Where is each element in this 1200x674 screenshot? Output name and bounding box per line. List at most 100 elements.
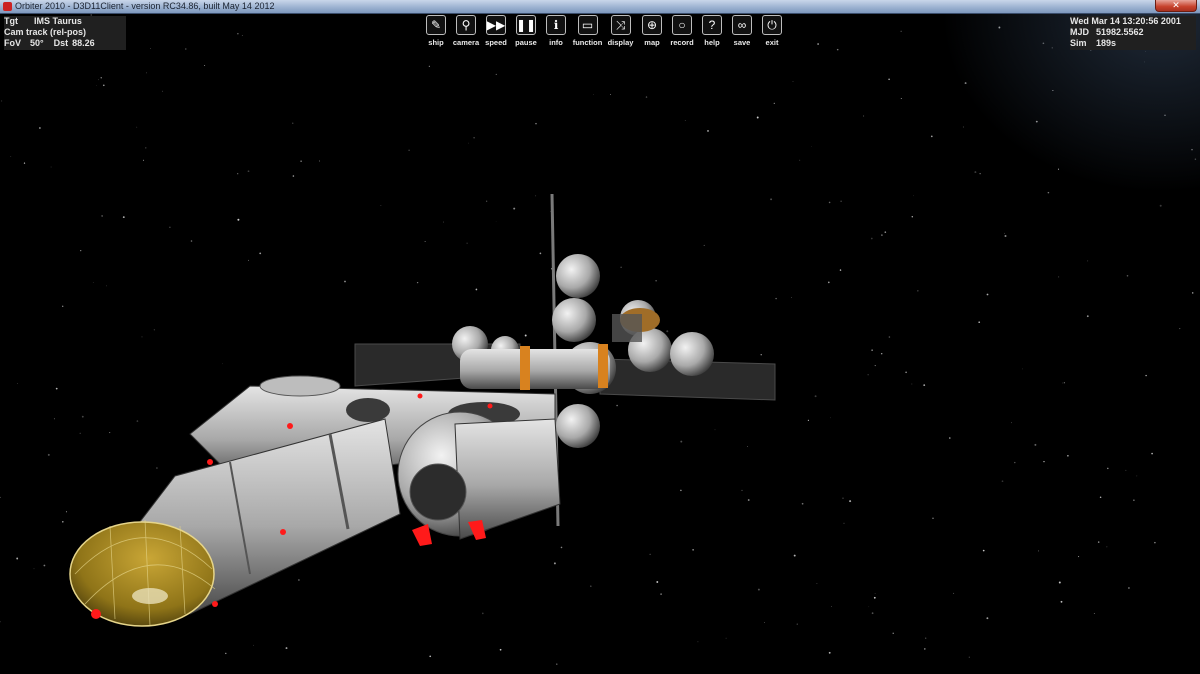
exit-icon: ⏻ bbox=[762, 15, 782, 35]
space-viewport[interactable] bbox=[0, 14, 1200, 674]
help-icon: ? bbox=[702, 15, 722, 35]
star bbox=[924, 648, 926, 650]
hud-dst-key: Dst bbox=[53, 38, 69, 48]
star bbox=[1011, 422, 1012, 424]
star bbox=[870, 237, 873, 240]
star bbox=[1022, 368, 1023, 370]
ship-button-label: ship bbox=[428, 38, 444, 47]
star bbox=[481, 612, 484, 615]
map-icon: ⊕ bbox=[642, 15, 662, 35]
record-button[interactable]: ○ record bbox=[667, 15, 697, 49]
star bbox=[0, 621, 1, 623]
star bbox=[92, 282, 94, 283]
star bbox=[1038, 550, 1040, 552]
star bbox=[1058, 276, 1060, 278]
star bbox=[285, 647, 288, 650]
function-button[interactable]: ▭ function bbox=[571, 15, 604, 49]
star bbox=[649, 553, 651, 556]
star bbox=[100, 77, 102, 79]
speed-button[interactable]: ▶▶ speed bbox=[481, 15, 511, 49]
star bbox=[553, 562, 556, 565]
hud-target-key: Tgt bbox=[4, 16, 18, 26]
star bbox=[925, 637, 927, 639]
save-button[interactable]: ∞ save bbox=[727, 15, 757, 49]
star bbox=[1043, 460, 1045, 463]
star bbox=[680, 440, 683, 443]
star bbox=[725, 637, 727, 639]
star bbox=[816, 583, 818, 584]
star bbox=[102, 84, 105, 87]
star bbox=[900, 30, 902, 32]
star bbox=[1179, 328, 1181, 330]
star bbox=[655, 280, 657, 282]
star bbox=[0, 496, 1, 498]
camera-button-label: camera bbox=[452, 38, 480, 47]
star bbox=[932, 517, 934, 519]
star bbox=[204, 65, 206, 66]
star bbox=[380, 205, 382, 206]
star bbox=[1097, 541, 1100, 543]
star bbox=[442, 221, 445, 223]
hud-time-panel: Wed Mar 14 13:20:56 2001 MJD 51982.5562 S… bbox=[1070, 16, 1196, 50]
star bbox=[982, 549, 985, 552]
star bbox=[763, 622, 765, 623]
star bbox=[692, 549, 694, 551]
star bbox=[905, 371, 907, 374]
hud-mjd-value: 51982.5562 bbox=[1096, 27, 1144, 37]
star bbox=[319, 160, 320, 162]
star bbox=[468, 142, 469, 144]
star bbox=[871, 349, 873, 351]
star bbox=[416, 281, 419, 284]
star bbox=[645, 96, 648, 98]
star bbox=[949, 437, 951, 439]
map-button[interactable]: ⊕ map bbox=[637, 15, 667, 49]
ship-button[interactable]: ✎ ship bbox=[421, 15, 451, 49]
star bbox=[1034, 443, 1037, 446]
star bbox=[1106, 546, 1108, 548]
pause-icon: ❚❚ bbox=[516, 15, 536, 35]
star bbox=[880, 352, 883, 355]
star bbox=[1159, 204, 1162, 207]
star bbox=[1, 100, 3, 102]
star bbox=[874, 593, 876, 594]
pause-button[interactable]: ❚❚ pause bbox=[511, 15, 541, 49]
star bbox=[968, 656, 970, 658]
close-button[interactable]: ✕ bbox=[1155, 0, 1197, 12]
star bbox=[917, 290, 919, 292]
star bbox=[475, 288, 478, 291]
orbiter-app-icon bbox=[3, 2, 12, 11]
star bbox=[817, 43, 819, 45]
function-button-label: function bbox=[572, 38, 603, 47]
camera-button[interactable]: ⚲ camera bbox=[451, 15, 481, 49]
star bbox=[842, 497, 844, 499]
star bbox=[747, 446, 748, 447]
star bbox=[911, 383, 913, 385]
star bbox=[473, 137, 475, 139]
star bbox=[1191, 292, 1194, 294]
star bbox=[237, 218, 240, 221]
info-button[interactable]: ℹ info bbox=[541, 15, 571, 49]
exit-button[interactable]: ⏻ exit bbox=[757, 15, 787, 49]
info-button-label: info bbox=[549, 38, 563, 47]
star bbox=[62, 521, 64, 523]
star bbox=[660, 593, 662, 595]
star bbox=[1093, 612, 1095, 615]
star bbox=[799, 159, 801, 161]
star bbox=[524, 334, 527, 337]
star bbox=[592, 94, 594, 95]
star bbox=[1001, 480, 1004, 483]
star bbox=[843, 522, 845, 524]
function-icon: ▭ bbox=[577, 15, 598, 35]
window-title-bar[interactable]: Orbiter 2010 - D3D11Client - version RC3… bbox=[0, 0, 1200, 14]
help-button[interactable]: ? help bbox=[697, 15, 727, 49]
drum-module bbox=[397, 411, 561, 540]
star bbox=[863, 115, 865, 117]
window-title: Orbiter 2010 - D3D11Client - version RC3… bbox=[15, 1, 275, 11]
display-button[interactable]: ⤨ display bbox=[604, 15, 637, 49]
star bbox=[874, 365, 876, 367]
star bbox=[1062, 382, 1064, 384]
star bbox=[237, 173, 239, 175]
star bbox=[1063, 382, 1065, 384]
star bbox=[1014, 461, 1016, 464]
star bbox=[1133, 499, 1135, 501]
